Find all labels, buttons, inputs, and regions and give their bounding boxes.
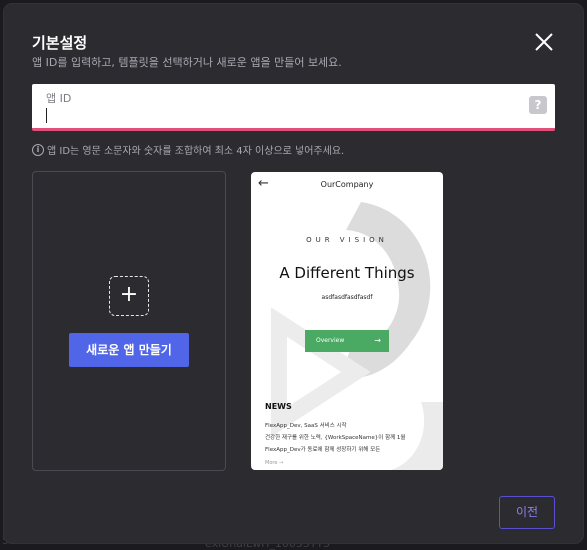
plus-icon[interactable]: + [109, 276, 149, 316]
text-caret [46, 108, 47, 123]
template-overview-button: Overview → [305, 330, 389, 352]
close-button[interactable] [532, 30, 556, 54]
info-icon: i [32, 143, 44, 156]
template-company: OurCompany [320, 180, 374, 189]
template-more-link: More → [265, 460, 284, 466]
create-new-app-button[interactable]: 새로운 앱 만들기 [69, 333, 189, 367]
app-id-hint: i 앱 ID는 영문 소문자와 숫자를 조합하여 최소 4자 이상으로 넣어주세… [32, 142, 344, 157]
help-icon[interactable]: ? [529, 96, 547, 114]
template-subtext: asdfasdfasdfasdf [321, 294, 373, 301]
template-headline: A Different Things [279, 264, 415, 282]
arrow-right-icon: → [374, 336, 381, 345]
modal-title: 기본설정 [32, 34, 88, 52]
overview-label: Overview [316, 337, 345, 344]
app-id-label: 앱 ID [46, 92, 72, 105]
previous-button[interactable]: 이전 [499, 496, 555, 529]
template-card[interactable]: ← OurCompany OUR VISION A Different Thin… [251, 172, 443, 470]
modal-subtitle: 앱 ID를 입력하고, 템플릿을 선택하거나 새로운 앱을 만들어 보세요. [32, 56, 342, 69]
app-id-field[interactable]: 앱 ID ? [32, 84, 555, 131]
template-news-item: FlexApp_Dev, SaaS 서비스 시작 [265, 423, 347, 429]
close-icon [535, 33, 553, 51]
template-news-title: NEWS [265, 402, 292, 411]
new-app-card[interactable]: + 새로운 앱 만들기 [32, 171, 226, 471]
template-news-item: 건강한 재구를 위한 노력, {WorkSpaceName}이 함께 1월 [265, 435, 406, 441]
hint-text: 앱 ID는 영문 소문자와 숫자를 조합하여 최소 4자 이상으로 넣어주세요. [47, 146, 345, 157]
settings-modal: 기본설정 앱 ID를 입력하고, 템플릿을 선택하거나 새로운 앱을 만들어 보… [4, 4, 583, 543]
template-vision: OUR VISION [306, 236, 388, 244]
template-news-item: FlexApp_Dev가 동료에 함께 성장하기 위해 모든 [265, 447, 381, 453]
